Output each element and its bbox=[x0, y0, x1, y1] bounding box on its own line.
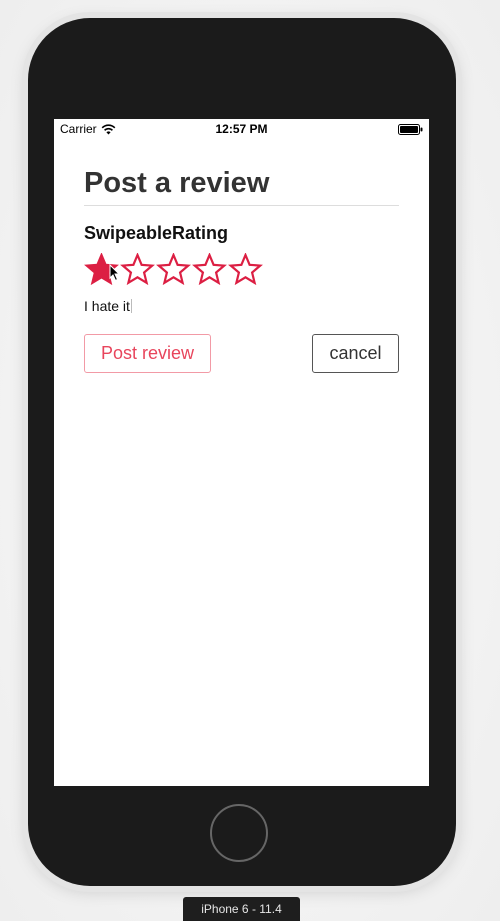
action-buttons: Post review cancel bbox=[84, 334, 399, 374]
mouse-cursor-icon bbox=[109, 264, 120, 282]
star-outline-icon[interactable] bbox=[120, 253, 155, 285]
component-name: SwipeableRating bbox=[84, 223, 229, 243]
status-bar: Carrier 12:57 PM bbox=[54, 119, 429, 139]
page-title: Post a review bbox=[84, 167, 270, 199]
rating-label: I hate it bbox=[84, 298, 130, 314]
status-time: 12:57 PM bbox=[215, 122, 268, 136]
simulator-page: Carrier 12:57 PM Post a review Swipeable… bbox=[0, 0, 500, 921]
cancel-button[interactable]: cancel bbox=[312, 334, 399, 373]
rating-label-row: I hate it bbox=[84, 297, 399, 315]
star-outline-icon[interactable] bbox=[156, 253, 191, 285]
device-label: iPhone 6 - 11.4 bbox=[183, 897, 300, 921]
phone-screen: Carrier 12:57 PM Post a review Swipeable… bbox=[54, 119, 429, 786]
star-rating[interactable] bbox=[84, 253, 399, 285]
title-divider bbox=[84, 205, 399, 206]
home-button[interactable] bbox=[210, 804, 268, 862]
star-outline-icon[interactable] bbox=[192, 253, 227, 285]
star-outline-icon[interactable] bbox=[228, 253, 263, 285]
battery-icon bbox=[398, 124, 423, 135]
post-review-button[interactable]: Post review bbox=[84, 334, 211, 373]
text-caret bbox=[130, 299, 132, 313]
review-form: Post a review SwipeableRating I hate it … bbox=[84, 163, 399, 374]
